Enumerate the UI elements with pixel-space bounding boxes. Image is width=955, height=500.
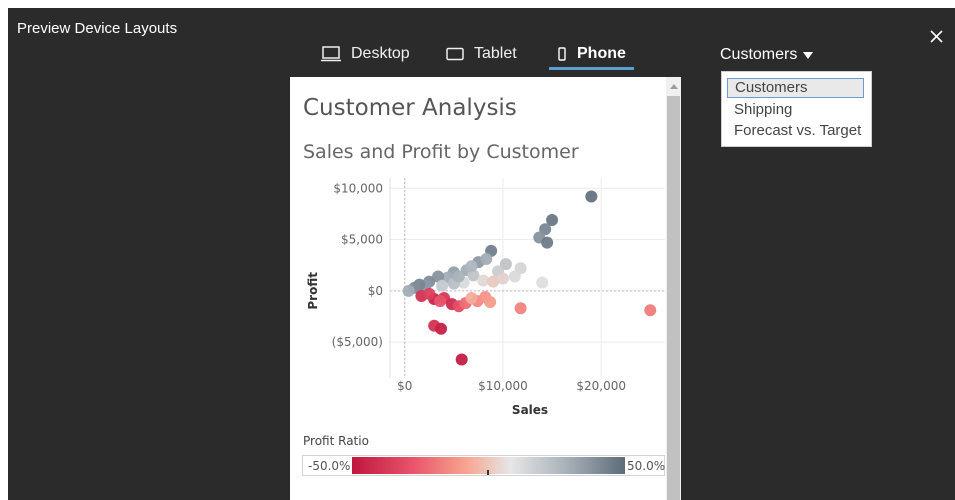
data-point <box>508 270 521 283</box>
dashboard-dropdown-value: Customers <box>720 46 798 63</box>
data-point <box>465 292 478 304</box>
dropdown-option-customers[interactable]: Customers <box>727 78 864 98</box>
tab-desktop-label: Desktop <box>351 45 410 62</box>
y-axis-label: Profit <box>306 272 320 310</box>
phone-icon <box>558 47 566 61</box>
y-tick-label: ($5,000) <box>332 335 383 349</box>
caret-down-icon <box>803 51 814 59</box>
data-point <box>402 284 415 297</box>
dashboard-dropdown[interactable]: Customers <box>720 46 814 64</box>
y-tick-label: $0 <box>368 284 383 298</box>
data-point <box>423 287 436 300</box>
tab-phone[interactable]: Phone <box>549 40 634 70</box>
data-point <box>452 270 465 283</box>
legend-title: Profit Ratio <box>303 434 369 448</box>
data-point <box>435 322 448 335</box>
x-tick-label: $0 <box>397 379 412 393</box>
data-point <box>644 304 657 317</box>
data-point <box>480 253 493 266</box>
data-point <box>434 295 447 308</box>
data-point <box>496 272 509 285</box>
device-tabs: Desktop Tablet Phone <box>0 40 700 70</box>
data-point <box>484 296 497 309</box>
dashboard-dropdown-menu: Customers Shipping Forecast vs. Target <box>721 71 872 147</box>
x-tick-label: $20,000 <box>576 379 626 393</box>
data-point <box>514 302 527 315</box>
dialog-title: Preview Device Layouts <box>17 20 178 37</box>
scatter-chart[interactable]: $10,000 $5,000 $0 ($5,000) $0 $10,000 $20,000 S… <box>290 160 670 430</box>
tablet-icon <box>446 47 464 61</box>
close-icon[interactable] <box>925 26 947 48</box>
data-point <box>536 276 549 289</box>
tab-tablet-label: Tablet <box>474 45 517 62</box>
tab-tablet[interactable]: Tablet <box>446 40 517 68</box>
legend-midpoint-marker <box>487 470 489 475</box>
y-tick-label: $10,000 <box>333 181 383 195</box>
data-point <box>541 236 554 249</box>
monitor-icon <box>321 46 341 62</box>
dashboard-title: Customer Analysis <box>303 95 517 121</box>
x-tick-label: $10,000 <box>478 379 528 393</box>
x-axis-label: Sales <box>512 403 548 417</box>
data-point <box>585 190 598 203</box>
legend-min-label: -50.0% <box>308 459 351 473</box>
y-tick-label: $5,000 <box>341 233 383 247</box>
dropdown-option-forecast[interactable]: Forecast vs. Target <box>727 121 864 141</box>
data-point <box>465 260 478 273</box>
data-point <box>455 353 468 366</box>
data-point <box>436 279 449 292</box>
scroll-up-arrow-icon[interactable] <box>670 84 678 89</box>
dropdown-option-shipping[interactable]: Shipping <box>727 100 864 120</box>
tab-phone-label: Phone <box>577 45 626 62</box>
tab-desktop[interactable]: Desktop <box>321 40 410 68</box>
legend-max-label: 50.0% <box>627 459 666 473</box>
